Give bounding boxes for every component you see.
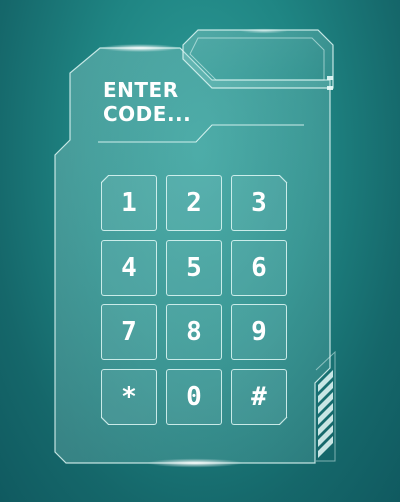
key-star[interactable]: * xyxy=(101,369,157,425)
key-0[interactable]: 0 xyxy=(166,369,222,425)
title-line-2: CODE... xyxy=(103,102,192,126)
key-3[interactable]: 3 xyxy=(231,175,287,231)
key-5[interactable]: 5 xyxy=(166,240,222,296)
key-hash[interactable]: # xyxy=(231,369,287,425)
key-4[interactable]: 4 xyxy=(101,240,157,296)
key-6[interactable]: 6 xyxy=(231,240,287,296)
top-glow xyxy=(100,44,180,52)
key-2[interactable]: 2 xyxy=(166,175,222,231)
title-line-1: ENTER xyxy=(103,78,179,102)
key-1[interactable]: 1 xyxy=(101,175,157,231)
keypad-screen: ENTER CODE... 1 2 3 4 5 6 7 8 9 * 0 # xyxy=(0,0,400,502)
key-8[interactable]: 8 xyxy=(166,304,222,360)
key-7[interactable]: 7 xyxy=(101,304,157,360)
hazard-stripes xyxy=(318,370,333,458)
keypad-grid: 1 2 3 4 5 6 7 8 9 * 0 # xyxy=(101,175,288,425)
enter-code-title: ENTER CODE... xyxy=(103,78,283,126)
key-9[interactable]: 9 xyxy=(231,304,287,360)
bottom-glow xyxy=(147,458,243,468)
